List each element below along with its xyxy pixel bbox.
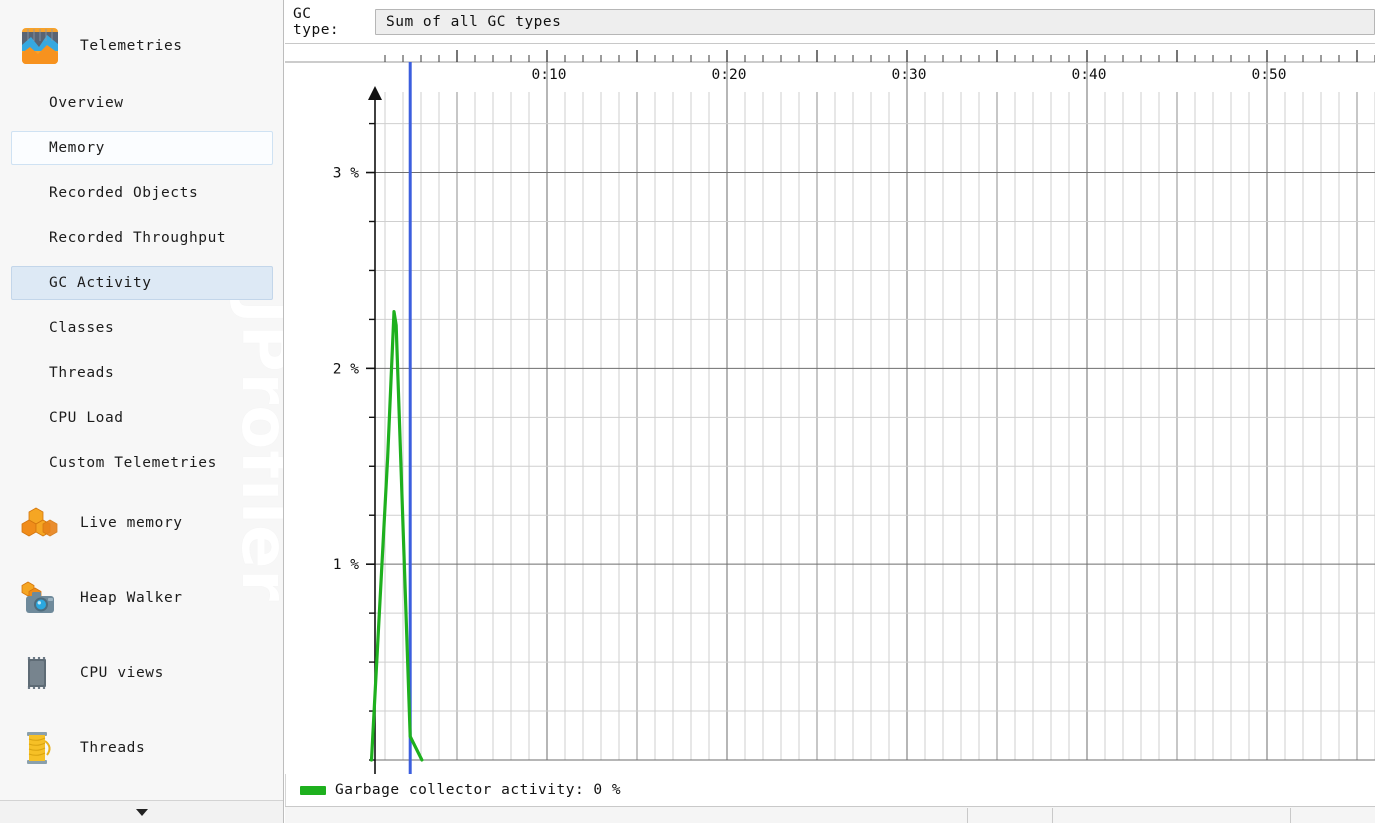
sidebar-item-label: Classes	[49, 320, 115, 336]
legend-label: Garbage collector activity: 0 %	[335, 782, 622, 798]
legend-color-swatch	[300, 785, 326, 795]
sidebar-item-label: Recorded Objects	[49, 185, 199, 201]
svg-text:3 %: 3 %	[333, 166, 359, 182]
sidebar-item-label: Overview	[49, 95, 124, 111]
grid-major-vertical	[456, 62, 1358, 760]
sidebar-item-label: Threads	[49, 365, 115, 381]
sidebar-item-recorded-objects[interactable]: Recorded Objects	[11, 176, 273, 210]
svg-text:0:50: 0:50	[1252, 67, 1287, 83]
svg-text:0:40: 0:40	[1072, 67, 1107, 83]
sidebar-scroll-down-button[interactable]	[0, 800, 283, 823]
sidebar-item-label: Recorded Throughput	[49, 230, 227, 246]
status-bar-divider	[1290, 808, 1291, 823]
sidebar-item-gc-activity[interactable]: GC Activity	[11, 266, 273, 300]
sidebar-item-label: GC Activity	[49, 275, 152, 291]
status-bar-divider	[967, 808, 968, 823]
svg-text:2 %: 2 %	[333, 361, 359, 377]
jprofiler-window: JProfiler Telemetries Overview Memory Re…	[0, 0, 1375, 823]
x-axis-tick-labels: 0:10 0:20 0:30 0:40 0:50	[532, 67, 1287, 83]
y-axis-line	[366, 86, 382, 774]
sidebar-group-telemetries[interactable]: Telemetries	[0, 22, 283, 70]
status-bar-divider	[1052, 808, 1053, 823]
chevron-down-icon	[135, 808, 148, 816]
live-memory-icon	[18, 503, 62, 543]
svg-text:0:20: 0:20	[712, 67, 747, 83]
sidebar-group-label: Threads	[80, 740, 146, 756]
sidebar-item-cpu-load[interactable]: CPU Load	[11, 401, 273, 435]
sidebar-group-heap-walker[interactable]: Heap Walker	[0, 574, 283, 622]
chart-toolbar: GC type: Sum of all GC types	[285, 0, 1375, 44]
sidebar-item-label: CPU Load	[49, 410, 124, 426]
y-axis-tick-labels: 1 % 2 % 3 %	[333, 166, 359, 574]
sidebar-group-label: Heap Walker	[80, 590, 183, 606]
sidebar-group-label: CPU views	[80, 665, 164, 681]
gc-type-label: GC type:	[293, 5, 340, 38]
grid-minor-vertical	[384, 92, 1375, 760]
sidebar-group-label: Telemetries	[80, 38, 183, 54]
sidebar-item-recorded-throughput[interactable]: Recorded Throughput	[11, 221, 273, 255]
gc-activity-series	[369, 309, 424, 762]
sidebar-item-custom-telemetries[interactable]: Custom Telemetries	[11, 446, 273, 480]
svg-text:0:10: 0:10	[532, 67, 567, 83]
svg-text:1 %: 1 %	[333, 557, 359, 573]
time-axis-ruler	[285, 50, 1375, 63]
sidebar-item-label: Memory	[49, 140, 105, 156]
cpu-views-icon	[18, 653, 62, 693]
heap-walker-icon	[18, 578, 62, 618]
sidebar-group-cpu-views[interactable]: CPU views	[0, 649, 283, 697]
gc-type-select-value: Sum of all GC types	[386, 13, 562, 30]
status-bar	[285, 806, 1375, 823]
sidebar-item-threads[interactable]: Threads	[11, 356, 273, 390]
svg-text:0:30: 0:30	[892, 67, 927, 83]
gc-activity-chart[interactable]: 0:10 0:20 0:30 0:40 0:50 1 % 2 % 3 %	[285, 44, 1375, 774]
sidebar-item-label: Custom Telemetries	[49, 455, 217, 471]
grid-minor-horizontal	[375, 123, 1375, 761]
sidebar: JProfiler Telemetries Overview Memory Re…	[0, 0, 284, 823]
sidebar-item-overview[interactable]: Overview	[11, 86, 273, 120]
chart-legend: Garbage collector activity: 0 %	[285, 774, 1375, 806]
sidebar-item-memory[interactable]: Memory	[11, 131, 273, 165]
sidebar-group-label: Live memory	[80, 515, 183, 531]
gc-activity-chart-svg: 0:10 0:20 0:30 0:40 0:50 1 % 2 % 3 %	[285, 50, 1375, 774]
telemetries-icon	[18, 26, 62, 66]
sidebar-group-threads[interactable]: Threads	[0, 724, 283, 772]
threads-icon	[18, 728, 62, 768]
sidebar-group-live-memory[interactable]: Live memory	[0, 499, 283, 547]
gc-type-select[interactable]: Sum of all GC types	[375, 8, 1375, 35]
sidebar-item-classes[interactable]: Classes	[11, 311, 273, 345]
